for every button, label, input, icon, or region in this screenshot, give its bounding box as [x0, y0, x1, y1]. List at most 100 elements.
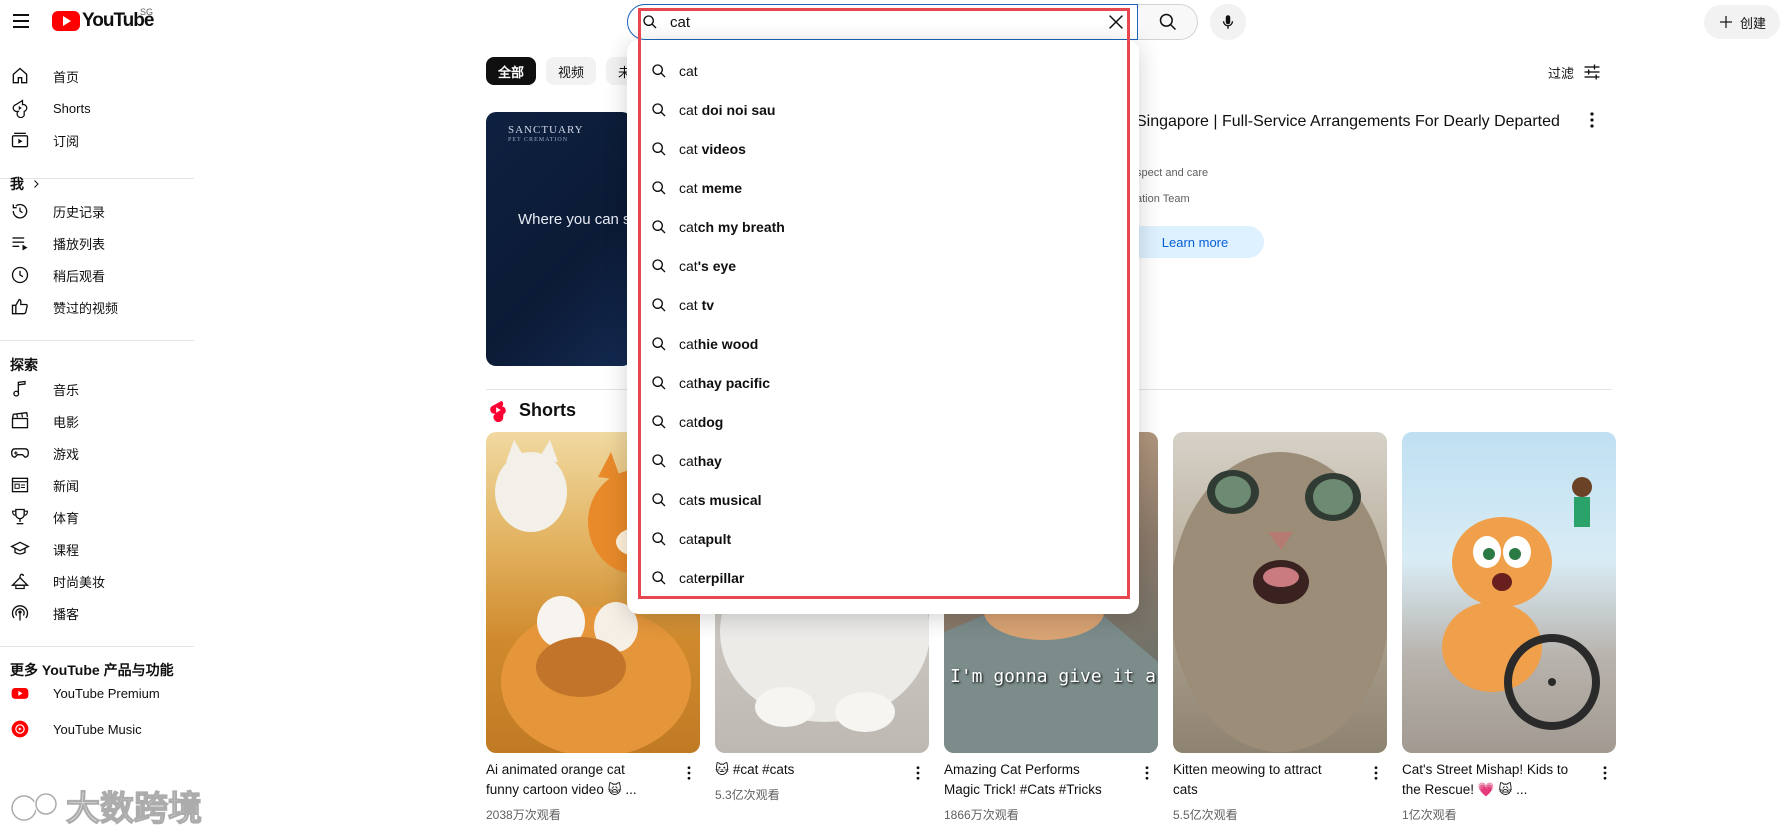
hamburger-menu-icon[interactable] — [10, 10, 32, 32]
sidebar: 首页 Shorts 订阅 我 历史记录 播放列表 稍后观看 赞过的视频 探索 音… — [0, 52, 196, 836]
trophy-icon — [11, 508, 29, 525]
search-suggestion[interactable]: catch my breath — [627, 209, 1139, 245]
short-title[interactable]: Cat's Street Mishap! Kids to the Rescue!… — [1402, 760, 1586, 800]
sidebar-item-gaming[interactable]: 游戏 — [0, 437, 196, 469]
short-title[interactable]: Amazing Cat Performs Magic Trick! #Cats … — [944, 760, 1128, 800]
search-suggestion[interactable]: cathay — [627, 443, 1139, 479]
sidebar-item-history[interactable]: 历史记录 — [0, 195, 196, 227]
clear-search-icon[interactable] — [1105, 11, 1127, 33]
short-thumbnail[interactable] — [1402, 432, 1616, 753]
short-title-line: Kitten meowing to attract — [1173, 762, 1322, 777]
more-options-icon[interactable] — [1140, 764, 1154, 782]
sidebar-item-playlists[interactable]: 播放列表 — [0, 227, 196, 259]
sidebar-item-movies[interactable]: 电影 — [0, 405, 196, 437]
search-suggestion[interactable]: catdog — [627, 404, 1139, 440]
suggestion-completion: tv — [697, 297, 715, 313]
search-suggestion[interactable]: cathie wood — [627, 326, 1139, 362]
watch-later-icon — [11, 266, 29, 284]
short-title[interactable]: Kitten meowing to attract cats — [1173, 760, 1357, 800]
search-button[interactable] — [1138, 4, 1198, 40]
short-title[interactable]: Ai animated orange cat funny cartoon vid… — [486, 760, 670, 800]
sidebar-item-podcasts[interactable]: 播客 — [0, 597, 196, 629]
sidebar-item-learning[interactable]: 课程 — [0, 533, 196, 565]
suggestion-prefix: cat — [679, 375, 698, 391]
more-options-icon[interactable] — [911, 764, 925, 782]
sidebar-item-home[interactable]: 首页 — [0, 60, 196, 92]
chip-videos[interactable]: 视频 — [546, 57, 597, 85]
search-suggestion[interactable]: cat doi noi sau — [627, 92, 1139, 128]
sidebar-item-youtube-music[interactable]: YouTube Music — [0, 713, 196, 745]
search-suggestion[interactable]: cathay pacific — [627, 365, 1139, 401]
sidebar-item-sports[interactable]: 体育 — [0, 501, 196, 533]
plus-icon — [1719, 16, 1732, 28]
search-input[interactable] — [670, 11, 1090, 33]
search-suggestion[interactable]: catapult — [627, 521, 1139, 557]
film-clapper-icon — [11, 411, 29, 429]
search-suggestion[interactable]: cat videos — [627, 131, 1139, 167]
search-suggestion[interactable]: cat meme — [627, 170, 1139, 206]
sidebar-item-subscriptions[interactable]: 订阅 — [0, 124, 196, 156]
suggestion-prefix: cat — [679, 414, 698, 430]
more-options-icon[interactable] — [1598, 764, 1612, 782]
youtube-premium-icon — [11, 688, 29, 699]
sidebar-item-shorts[interactable]: Shorts — [0, 92, 196, 124]
music-note-icon — [13, 380, 26, 397]
youtube-logo[interactable]: YouTube SG — [52, 7, 154, 32]
chip-all[interactable]: 全部 — [486, 57, 537, 85]
sidebar-item-label: 电影 — [53, 414, 80, 430]
search-icon — [652, 376, 666, 390]
search-icon — [652, 571, 666, 585]
sidebar-item-liked-videos[interactable]: 赞过的视频 — [0, 291, 196, 323]
search-icon — [1159, 13, 1176, 31]
sidebar-item-label: 播客 — [53, 606, 80, 622]
sidebar-item-watch-later[interactable]: 稍后观看 — [0, 259, 196, 291]
suggestion-text: cat videos — [679, 141, 746, 157]
search-suggestion[interactable]: cat's eye — [627, 248, 1139, 284]
short-card[interactable]: Kitten meowing to attract cats 5.5亿次观看 — [1173, 432, 1387, 822]
learn-more-button[interactable]: Learn more — [1126, 226, 1264, 258]
filter-button[interactable]: 过滤 — [1548, 62, 1602, 82]
sidebar-item-label: 首页 — [53, 69, 80, 85]
sidebar-item-music[interactable]: 音乐 — [0, 373, 196, 405]
sidebar-item-news[interactable]: 新闻 — [0, 469, 196, 501]
short-card[interactable]: Cat's Street Mishap! Kids to the Rescue!… — [1402, 432, 1616, 822]
cartoon-cat-bike-illustration — [1442, 477, 1600, 730]
you-section-link[interactable]: 我 — [10, 176, 42, 192]
graduation-cap-icon — [10, 541, 30, 555]
ad-thumbnail[interactable]: SANCTUARY PET CREMATION Where you can se — [486, 112, 632, 366]
sidebar-item-label: 播放列表 — [53, 236, 106, 252]
sidebar-item-fashion[interactable]: 时尚美妆 — [0, 565, 196, 597]
sidebar-item-label: 新闻 — [53, 478, 80, 494]
search-suggestion[interactable]: cat tv — [627, 287, 1139, 323]
suggestion-text: catapult — [679, 531, 731, 547]
ad-brand: SANCTUARY PET CREMATION — [508, 124, 584, 143]
suggestion-text: cathie wood — [679, 336, 758, 352]
more-options-icon[interactable] — [682, 764, 696, 782]
search-suggestion[interactable]: cats musical — [627, 482, 1139, 518]
short-thumbnail[interactable] — [1173, 432, 1387, 753]
suggestion-completion: erpillar — [697, 570, 745, 586]
suggestion-prefix: cat — [679, 336, 698, 352]
suggestion-completion: ch my breath — [697, 219, 785, 235]
suggestion-text: catdog — [679, 414, 723, 430]
short-title-line: Ai animated orange cat — [486, 762, 625, 777]
more-options-icon[interactable] — [1369, 764, 1383, 782]
sidebar-item-youtube-premium[interactable]: YouTube Premium — [0, 677, 196, 709]
suggestion-completion: videos — [697, 141, 746, 157]
short-views: 1亿次观看 — [1402, 808, 1457, 822]
search-box[interactable] — [627, 4, 1138, 40]
suggestion-prefix: cat — [679, 141, 698, 157]
ad-title[interactable]: Singapore | Full-Service Arrangements Fo… — [1136, 113, 1560, 131]
search-suggestion[interactable]: cat — [627, 53, 1139, 89]
create-button[interactable]: 创建 — [1704, 5, 1780, 39]
youtube-play-icon — [52, 11, 80, 31]
short-title[interactable]: 🐱 #cat #cats — [715, 760, 899, 780]
sidebar-item-label: 赞过的视频 — [53, 300, 119, 316]
subscriptions-icon — [11, 132, 29, 148]
short-thumbnail-caption: I'm gonna give it a go! — [950, 666, 1158, 687]
voice-search-button[interactable] — [1210, 4, 1246, 40]
search-suggestion[interactable]: caterpillar — [627, 560, 1139, 596]
suggestion-completion: meme — [697, 180, 743, 196]
more-options-icon[interactable] — [1584, 110, 1600, 130]
sidebar-item-label: YouTube Music — [53, 721, 142, 737]
